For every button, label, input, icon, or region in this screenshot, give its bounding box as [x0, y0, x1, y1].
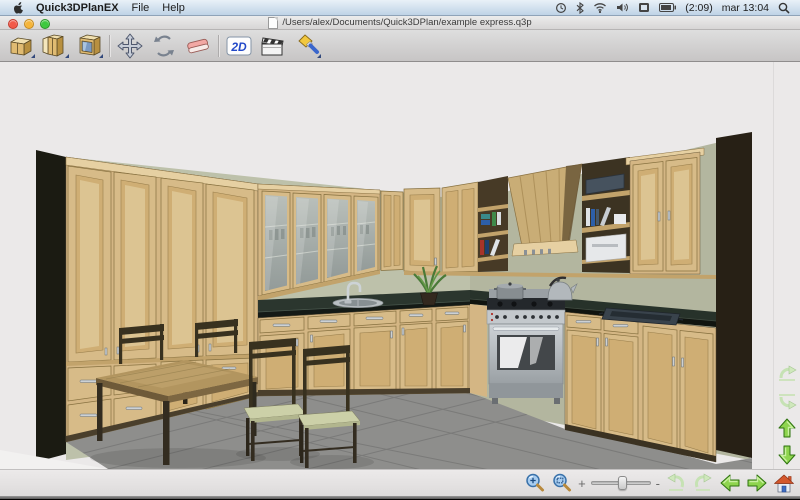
- pan-left-icon: [719, 473, 741, 493]
- minimize-button[interactable]: [24, 19, 34, 29]
- pan-down-icon: [777, 444, 797, 466]
- viewport-3d[interactable]: .w{fill:#d4b684}.dr{fill:#d7bb88;stroke:…: [0, 62, 800, 469]
- view-2d-toggle[interactable]: 2D: [222, 31, 256, 61]
- toolbar: 2D: [0, 30, 800, 62]
- zoom-out-label: -: [656, 477, 660, 490]
- paint-tool[interactable]: [290, 31, 324, 61]
- toolbar-separator: [109, 35, 110, 57]
- orbit-up-button[interactable]: [775, 363, 799, 385]
- dropdown-indicator: [31, 54, 35, 58]
- render-tool[interactable]: [256, 31, 290, 61]
- rotate-icon: [150, 32, 178, 60]
- input-source-icon[interactable]: [638, 2, 650, 13]
- svg-text:2D: 2D: [230, 40, 247, 54]
- pan-up-icon: [777, 417, 797, 439]
- kitchen-3d-scene: .w{fill:#d4b684}.dr{fill:#d7bb88;stroke:…: [0, 62, 772, 469]
- orbit-left-button[interactable]: [665, 471, 687, 495]
- screen: Quick3DPlanEX File Help (2:09): [0, 0, 800, 500]
- pan-left-button[interactable]: [719, 471, 741, 495]
- wifi-icon[interactable]: [593, 2, 607, 13]
- menu-file[interactable]: File: [132, 2, 150, 14]
- eraser-icon: [184, 32, 212, 60]
- dropdown-indicator: [65, 54, 69, 58]
- battery-icon[interactable]: [659, 3, 676, 12]
- corner-base-filler: [470, 304, 487, 397]
- tall-cabinet-tool[interactable]: [38, 31, 72, 61]
- rotate-tool[interactable]: [147, 31, 181, 61]
- open-shelf-right: [582, 157, 630, 273]
- menu-clock[interactable]: mar 13:04: [722, 2, 769, 14]
- pan-right-icon: [746, 473, 768, 493]
- zoom-in-icon: [524, 472, 546, 494]
- menu-app-name[interactable]: Quick3DPlanEX: [36, 2, 119, 14]
- dropdown-indicator: [317, 54, 321, 58]
- appliance-tool[interactable]: [72, 31, 106, 61]
- corner-wall-cabinet: [404, 188, 440, 273]
- bluetooth-icon[interactable]: [576, 2, 584, 14]
- orbit-left-icon: [665, 473, 687, 493]
- pan-down-button[interactable]: [775, 444, 799, 466]
- zoom-in-label: +: [578, 477, 586, 490]
- move-icon: [116, 32, 144, 60]
- window-title-bar: /Users/alex/Documents/Quick3DPlan/exampl…: [0, 16, 800, 30]
- 2d-view-icon: 2D: [224, 32, 254, 60]
- zoom-window-icon: [551, 472, 573, 494]
- time-machine-icon[interactable]: [555, 2, 567, 14]
- open-shelf-left: [478, 176, 508, 272]
- zoom-slider-thumb[interactable]: [618, 476, 627, 490]
- window-bottom-edge: [0, 496, 800, 499]
- bottom-bar: + -: [0, 469, 800, 496]
- zoom-slider[interactable]: [591, 476, 651, 490]
- orbit-up-icon: [776, 364, 798, 384]
- pan-right-button[interactable]: [746, 471, 768, 495]
- clapperboard-icon: [259, 32, 287, 60]
- window-title: /Users/alex/Documents/Quick3DPlan/exampl…: [282, 17, 531, 28]
- orbit-down-icon: [776, 391, 798, 411]
- spotlight-icon[interactable]: [778, 2, 790, 14]
- home-icon: [773, 473, 795, 494]
- wall-cabinet-far-right: [626, 148, 704, 274]
- volume-icon[interactable]: [616, 2, 629, 13]
- orbit-right-button[interactable]: [692, 471, 714, 495]
- view-arrow-strip: [773, 62, 800, 469]
- home-view-button[interactable]: [773, 471, 795, 495]
- orbit-down-button[interactable]: [775, 390, 799, 412]
- delete-tool[interactable]: [181, 31, 215, 61]
- menu-bar: Quick3DPlanEX File Help (2:09): [0, 0, 800, 16]
- menu-help[interactable]: Help: [162, 2, 185, 14]
- apple-menu-icon[interactable]: [12, 1, 23, 14]
- sink: [333, 298, 383, 307]
- battery-time-label: (2:09): [685, 2, 712, 14]
- zoom-in-tool[interactable]: [524, 471, 546, 495]
- toolbar-separator: [218, 35, 219, 57]
- base-cabinets-left: [258, 305, 470, 396]
- base-cabinet-tool[interactable]: [4, 31, 38, 61]
- zoom-window-tool[interactable]: [551, 471, 573, 495]
- document-icon: [268, 17, 278, 29]
- move-tool[interactable]: [113, 31, 147, 61]
- zoom-button[interactable]: [40, 19, 50, 29]
- pot: [494, 282, 526, 299]
- pan-up-button[interactable]: [775, 417, 799, 439]
- orbit-right-icon: [692, 473, 714, 493]
- dropdown-indicator: [99, 54, 103, 58]
- close-button[interactable]: [8, 19, 18, 29]
